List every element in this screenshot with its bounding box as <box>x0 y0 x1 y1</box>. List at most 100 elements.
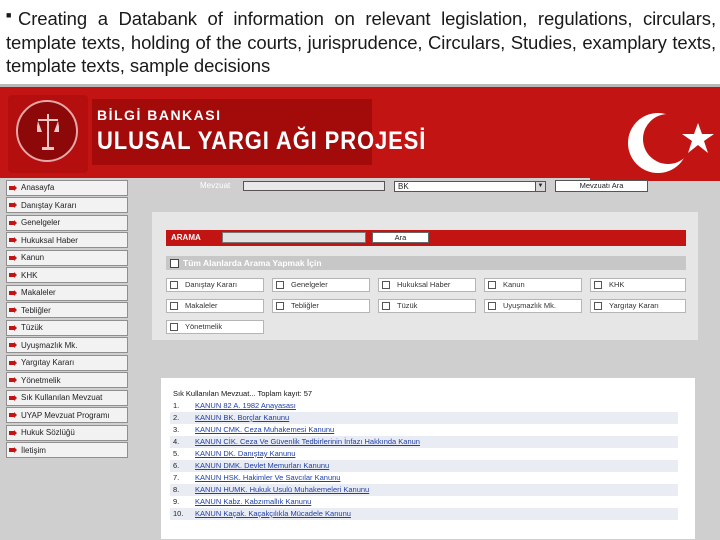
all-fields-label: Tüm Alanlarda Arama Yapmak İçin <box>183 258 322 268</box>
sidebar-item-uyusmazlik[interactable]: Uyuşmazlık Mk. <box>6 337 128 354</box>
sidebar-item-label: Anasayfa <box>21 183 55 193</box>
checkbox-box[interactable] <box>488 281 496 289</box>
sidebar-item-label: Kanun <box>21 253 45 263</box>
result-link[interactable]: KANUN DK. Danıştay Kanunu <box>195 448 295 460</box>
portal-screenshot: BİLGİ BANKASI ULUSAL YARGI AĞI PROJESİ A… <box>0 84 720 540</box>
checkbox-box[interactable] <box>382 302 390 310</box>
red-arrow-icon <box>9 237 17 244</box>
sidebar-item-yargitay-karari[interactable]: Yargıtay Kararı <box>6 354 128 371</box>
red-arrow-icon <box>9 307 17 314</box>
category-label: Hukuksal Haber <box>397 280 451 289</box>
bullet-icon: ■ <box>6 10 17 20</box>
sidebar-item-tuzuk[interactable]: Tüzük <box>6 319 128 336</box>
sidebar-item-tebligler[interactable]: Tebliğler <box>6 302 128 319</box>
sidebar-item-genelgeler[interactable]: Genelgeler <box>6 214 128 231</box>
sidebar-item-label: Danıştay Kararı <box>21 200 77 210</box>
category-label: Kanun <box>503 280 525 289</box>
result-link[interactable]: KANUN 82 A. 1982 Anayasası <box>195 400 296 412</box>
result-link[interactable]: KANUN HSK. Hakimler Ve Savcılar Kanunu <box>195 472 340 484</box>
checkbox-box[interactable] <box>170 323 178 331</box>
sidebar-item-anasayfa[interactable]: Anasayfa <box>6 180 128 196</box>
sidebar-item-danistay-karari[interactable]: Danıştay Kararı <box>6 197 128 214</box>
row-number: 1. <box>173 401 180 410</box>
checkbox-box[interactable] <box>488 302 496 310</box>
category-label: KHK <box>609 280 625 289</box>
checkbox-box[interactable] <box>276 302 284 310</box>
category-checkbox[interactable]: Tüzük <box>378 299 476 313</box>
checkbox-box[interactable] <box>594 302 602 310</box>
category-label: Uyuşmazlık Mk. <box>503 301 556 310</box>
chevron-down-icon[interactable]: ▼ <box>535 182 545 191</box>
red-arrow-icon <box>9 289 17 296</box>
result-link[interactable]: KANUN CMK. Ceza Muhakemesi Kanunu <box>195 424 334 436</box>
red-arrow-icon <box>9 359 17 366</box>
table-row: 3. KANUN CMK. Ceza Muhakemesi Kanunu <box>170 424 678 436</box>
category-checkbox[interactable]: Yönetmelik <box>166 320 264 334</box>
checkbox-box[interactable] <box>276 281 284 289</box>
sidebar-item-iletisim[interactable]: İletişim <box>6 442 128 459</box>
category-checkbox[interactable]: Yargıtay Kararı <box>590 299 686 313</box>
category-checkbox[interactable]: Hukuksal Haber <box>378 278 476 292</box>
category-checkbox[interactable]: Makaleler <box>166 299 264 313</box>
red-arrow-icon <box>9 254 17 261</box>
checkbox-box[interactable] <box>594 281 602 289</box>
sidebar-item-label: Yargıtay Kararı <box>21 358 75 368</box>
row-number: 7. <box>173 473 180 482</box>
red-arrow-icon <box>9 377 17 384</box>
caption-text: Creating a Databank of information on re… <box>6 8 716 76</box>
result-link[interactable]: KANUN CİK. Ceza Ve Güvenlik Tedbirlerini… <box>195 436 420 448</box>
row-number: 10. <box>173 509 184 518</box>
sidebar-item-label: Hukuk Sözlüğü <box>21 428 75 438</box>
results-title: Sık Kullanılan Mevzuat... Toplam kayıt: … <box>173 389 313 398</box>
sidebar-item-label: Genelgeler <box>21 218 61 228</box>
search-input[interactable] <box>222 232 366 243</box>
sidebar-item-label: İletişim <box>21 445 46 455</box>
search-button[interactable]: Ara <box>372 232 429 243</box>
sidebar-item-kanun[interactable]: Kanun <box>6 249 128 266</box>
category-checkbox[interactable]: Genelgeler <box>272 278 370 292</box>
result-link[interactable]: KANUN Kaçak. Kaçakçılıkla Mücadele Kanun… <box>195 508 351 520</box>
sidebar-item-label: Makaleler <box>21 288 56 298</box>
mevzuat-select[interactable]: BK ▼ <box>394 181 546 192</box>
table-row: 2. KANUN BK. Borçlar Kanunu <box>170 412 678 424</box>
result-link[interactable]: KANUN BK. Borçlar Kanunu <box>195 412 289 424</box>
checkbox-box[interactable] <box>170 281 178 289</box>
sidebar-item-label: Uyuşmazlık Mk. <box>21 340 78 350</box>
sidebar-item-label: Yönetmelik <box>21 375 61 385</box>
category-checkbox[interactable]: Uyuşmazlık Mk. <box>484 299 582 313</box>
category-checkbox[interactable]: Kanun <box>484 278 582 292</box>
all-fields-checkbox[interactable] <box>170 259 179 268</box>
sidebar-item-hukuk-sozlugu[interactable]: Hukuk Sözlüğü <box>6 424 128 441</box>
sidebar-item-khk[interactable]: KHK <box>6 267 128 284</box>
sidebar-item-hukuksal-haber[interactable]: Hukuksal Haber <box>6 232 128 249</box>
row-number: 2. <box>173 413 180 422</box>
mevzuat-keyword-input[interactable] <box>243 181 385 191</box>
search-legislation-button[interactable]: Mevzuatı Ara <box>555 180 648 192</box>
red-arrow-icon <box>9 184 17 191</box>
mevzuat-select-value: BK <box>398 182 409 191</box>
checkbox-box[interactable] <box>382 281 390 289</box>
row-number: 9. <box>173 497 180 506</box>
sidebar-item-yonetmelik[interactable]: Yönetmelik <box>6 372 128 389</box>
category-checkbox[interactable]: KHK <box>590 278 686 292</box>
table-row: 4. KANUN CİK. Ceza Ve Güvenlik Tedbirleri… <box>170 436 678 448</box>
red-arrow-icon <box>9 447 17 454</box>
category-checkbox[interactable]: Danıştay Kararı <box>166 278 264 292</box>
sidebar-item-makaleler[interactable]: Makaleler <box>6 284 128 301</box>
category-label: Yargıtay Kararı <box>609 301 659 310</box>
row-number: 8. <box>173 485 180 494</box>
sidebar-item-sik-kullanilan[interactable]: Sık Kullanılan Mevzuat <box>6 389 128 406</box>
checkbox-box[interactable] <box>170 302 178 310</box>
result-link[interactable]: KANUN Kabz. Kabzımallık Kanunu <box>195 496 311 508</box>
result-link[interactable]: KANUN DMK. Devlet Memurları Kanunu <box>195 460 329 472</box>
sidebar-item-uyap-mevzuat[interactable]: UYAP Mevzuat Programı <box>6 407 128 424</box>
category-label: Yönetmelik <box>185 322 223 331</box>
category-checkbox[interactable]: Tebliğler <box>272 299 370 313</box>
row-number: 4. <box>173 437 180 446</box>
category-label: Danıştay Kararı <box>185 280 238 289</box>
slide-caption: ■Creating a Databank of information on r… <box>6 4 716 78</box>
table-row: 10. KANUN Kaçak. Kaçakçılıkla Mücadele Ka… <box>170 508 678 520</box>
result-link[interactable]: KANUN HUMK. Hukuk Usulü Muhakemeleri Kan… <box>195 484 369 496</box>
red-arrow-icon <box>9 412 17 419</box>
header-banner: BİLGİ BANKASI ULUSAL YARGI AĞI PROJESİ <box>0 84 720 181</box>
